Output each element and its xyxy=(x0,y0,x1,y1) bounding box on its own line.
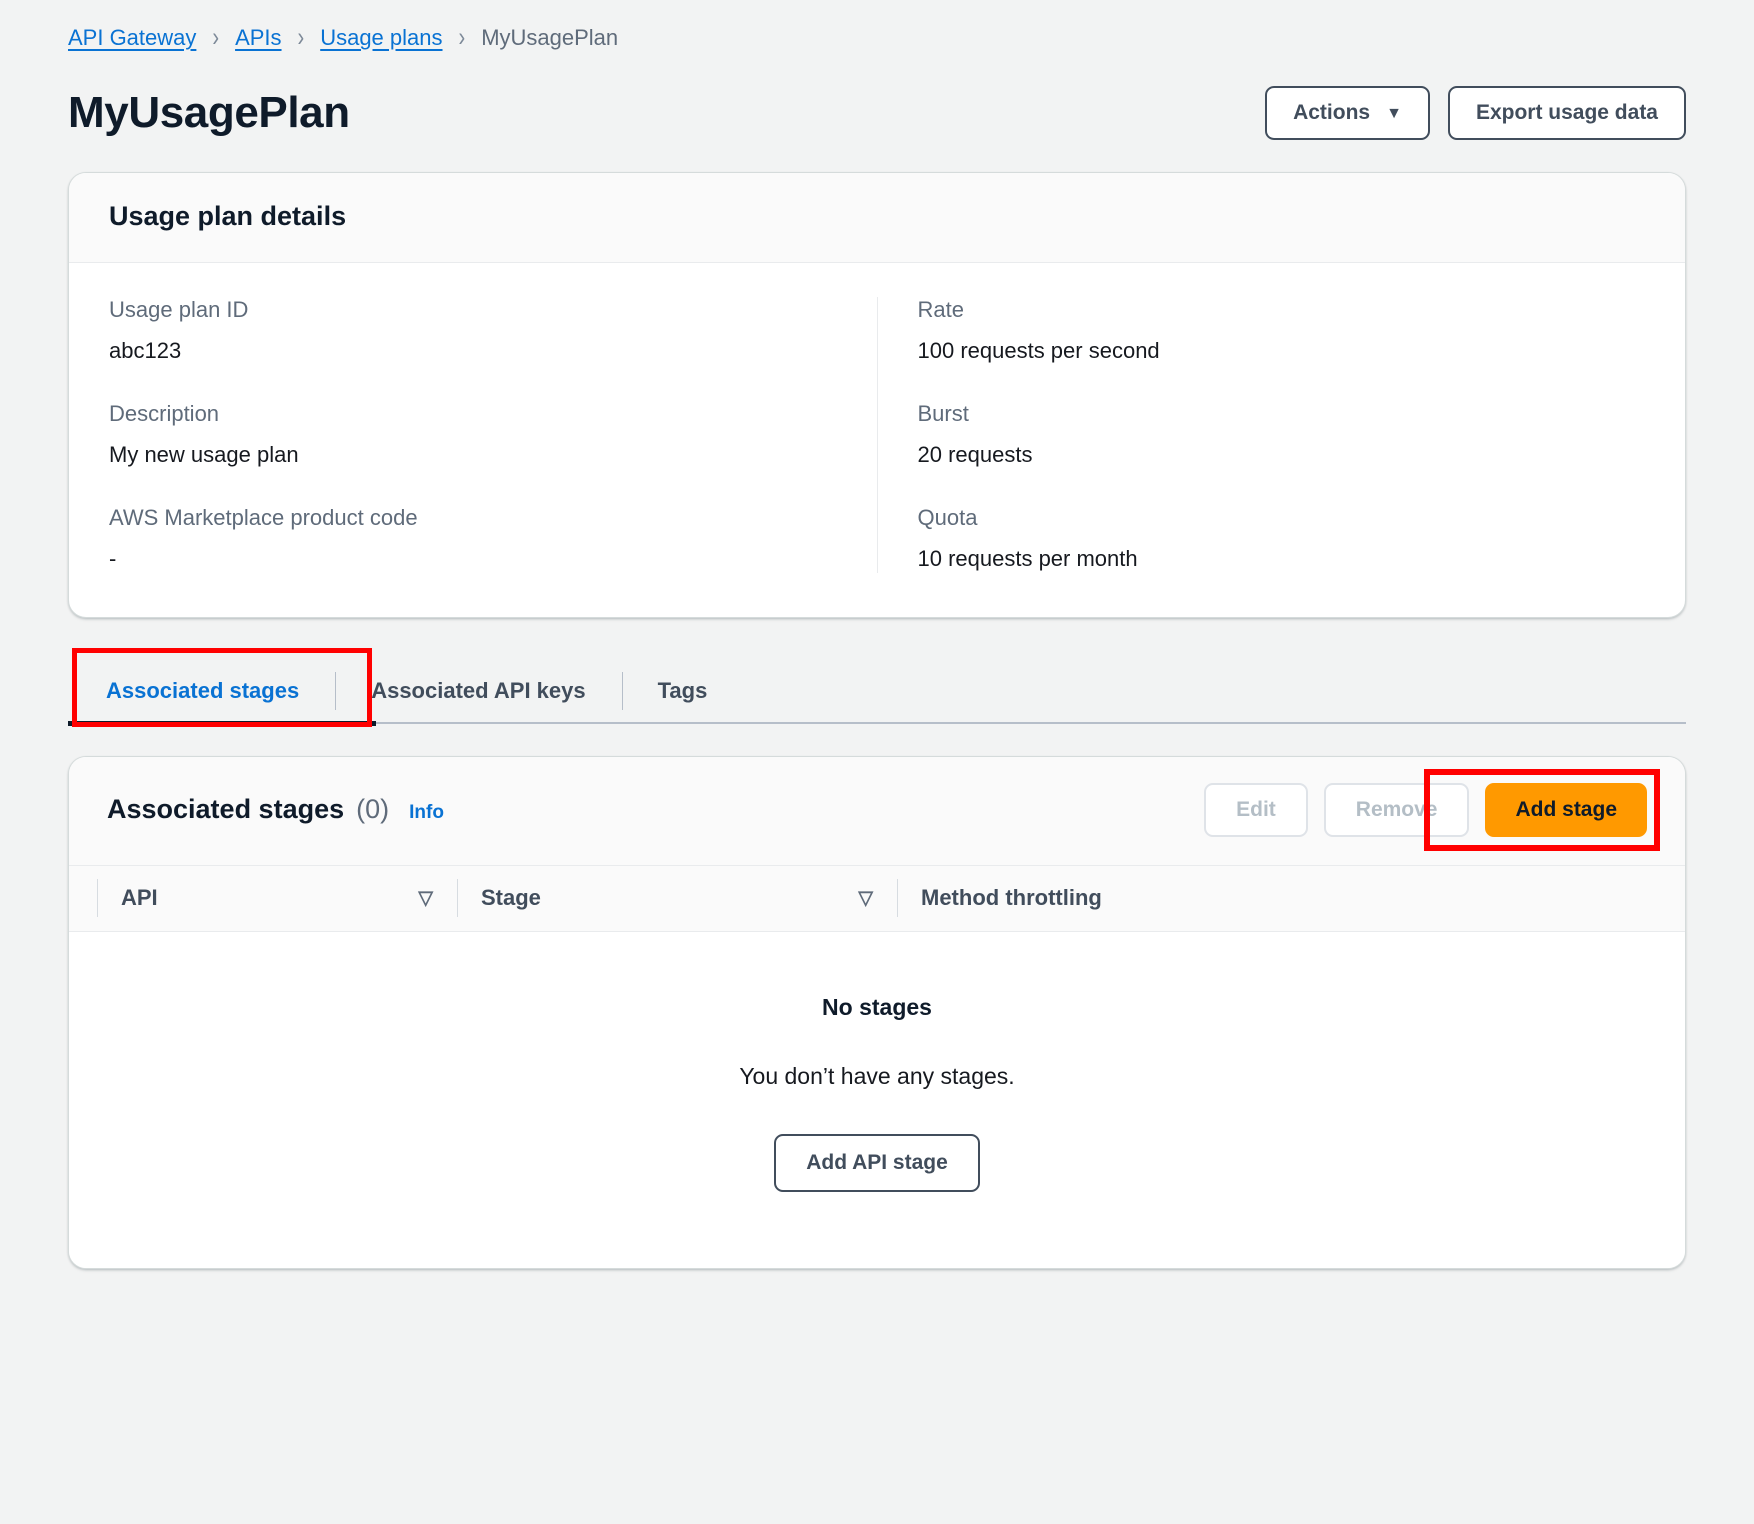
tab-associated-stages[interactable]: Associated stages xyxy=(68,660,335,722)
field-label: Burst xyxy=(917,400,969,426)
edit-button[interactable]: Edit xyxy=(1204,782,1308,837)
breadcrumb: API Gateway › APIs › Usage plans › MyUsa… xyxy=(68,0,1686,52)
field-value: abc123 xyxy=(109,338,182,364)
empty-state-title: No stages xyxy=(822,993,932,1020)
sort-descending-icon[interactable]: ▽ xyxy=(858,889,873,908)
breadcrumb-separator-icon: › xyxy=(297,22,305,53)
associated-stages-count: (0) xyxy=(356,794,390,825)
breadcrumb-item-current: MyUsagePlan xyxy=(481,25,619,50)
add-api-stage-button[interactable]: Add API stage xyxy=(774,1133,980,1192)
field-marketplace-product-code: AWS Marketplace product code - xyxy=(109,505,837,573)
field-rate: Rate 100 requests per second xyxy=(918,297,1646,365)
associated-stages-actions: Edit Remove Add stage xyxy=(1204,768,1660,851)
sort-descending-icon[interactable]: ▽ xyxy=(418,889,433,908)
column-header-method-throttling: Method throttling xyxy=(897,877,1297,919)
column-header-label: API xyxy=(121,885,158,911)
column-header-api: API ▽ xyxy=(97,877,457,919)
field-label: Description xyxy=(109,400,220,426)
usage-plan-details-panel: Usage plan details Usage plan ID abc123 … xyxy=(68,172,1686,618)
empty-state-subtitle: You don’t have any stages. xyxy=(739,1062,1015,1089)
field-value: - xyxy=(109,546,117,572)
associated-stages-title: Associated stages xyxy=(107,794,345,825)
field-quota: Quota 10 requests per month xyxy=(918,505,1646,573)
tab-list: Associated stages Associated API keys Ta… xyxy=(68,660,1686,722)
breadcrumb-separator-icon: › xyxy=(458,22,466,53)
field-label: Rate xyxy=(917,297,964,322)
column-header-stage: Stage ▽ xyxy=(457,877,897,919)
field-description: Description My new usage plan xyxy=(109,401,837,469)
usage-plan-details-body: Usage plan ID abc123 Description My new … xyxy=(69,263,1685,617)
field-value: 100 requests per second xyxy=(917,338,1160,364)
field-burst: Burst 20 requests xyxy=(918,401,1646,469)
empty-state: No stages You don’t have any stages. Add… xyxy=(69,931,1685,1268)
associated-stages-title-group: Associated stages (0) Info xyxy=(107,794,444,825)
breadcrumb-item-usage-plans[interactable]: Usage plans xyxy=(320,25,442,51)
field-value: My new usage plan xyxy=(109,442,299,468)
tab-tags[interactable]: Tags xyxy=(621,660,744,722)
field-label: AWS Marketplace product code xyxy=(109,504,418,530)
page-title: MyUsagePlan xyxy=(68,88,350,137)
field-label: Quota xyxy=(917,504,978,530)
column-header-label: Stage xyxy=(481,885,541,911)
header-action-buttons: Actions ▼ Export usage data xyxy=(1265,86,1686,140)
export-usage-data-button[interactable]: Export usage data xyxy=(1447,86,1686,140)
actions-dropdown-label: Actions xyxy=(1293,101,1371,124)
associated-stages-panel: Associated stages (0) Info Edit Remove A… xyxy=(68,755,1686,1269)
associated-stages-header: Associated stages (0) Info Edit Remove A… xyxy=(69,756,1685,866)
breadcrumb-separator-icon: › xyxy=(212,22,220,53)
page-header: MyUsagePlan Actions ▼ Export usage data xyxy=(68,80,1686,146)
tab-underline xyxy=(68,720,1686,726)
details-column-right: Rate 100 requests per second Burst 20 re… xyxy=(876,297,1686,573)
details-column-left: Usage plan ID abc123 Description My new … xyxy=(69,297,877,573)
field-usage-plan-id: Usage plan ID abc123 xyxy=(109,297,837,365)
remove-button[interactable]: Remove xyxy=(1323,782,1470,837)
field-value: 20 requests xyxy=(917,442,1033,468)
tabs-container: Associated stages Associated API keys Ta… xyxy=(68,647,1686,727)
breadcrumb-item-apis[interactable]: APIs xyxy=(235,25,281,51)
add-stage-button[interactable]: Add stage xyxy=(1485,782,1647,837)
field-value: 10 requests per month xyxy=(917,546,1138,572)
breadcrumb-item-api-gateway[interactable]: API Gateway xyxy=(68,25,196,51)
table-column-headers: API ▽ Stage ▽ Method throttling xyxy=(69,865,1685,932)
actions-dropdown-button[interactable]: Actions ▼ xyxy=(1265,86,1430,140)
info-link[interactable]: Info xyxy=(409,802,444,824)
usage-plan-details-header: Usage plan details xyxy=(69,173,1685,263)
field-label: Usage plan ID xyxy=(109,297,249,322)
usage-plan-details-heading: Usage plan details xyxy=(109,201,347,231)
column-header-label: Method throttling xyxy=(921,885,1102,911)
page-root: API Gateway › APIs › Usage plans › MyUsa… xyxy=(0,0,1754,1524)
chevron-down-icon: ▼ xyxy=(1386,105,1402,122)
tab-associated-api-keys[interactable]: Associated API keys xyxy=(335,660,621,722)
